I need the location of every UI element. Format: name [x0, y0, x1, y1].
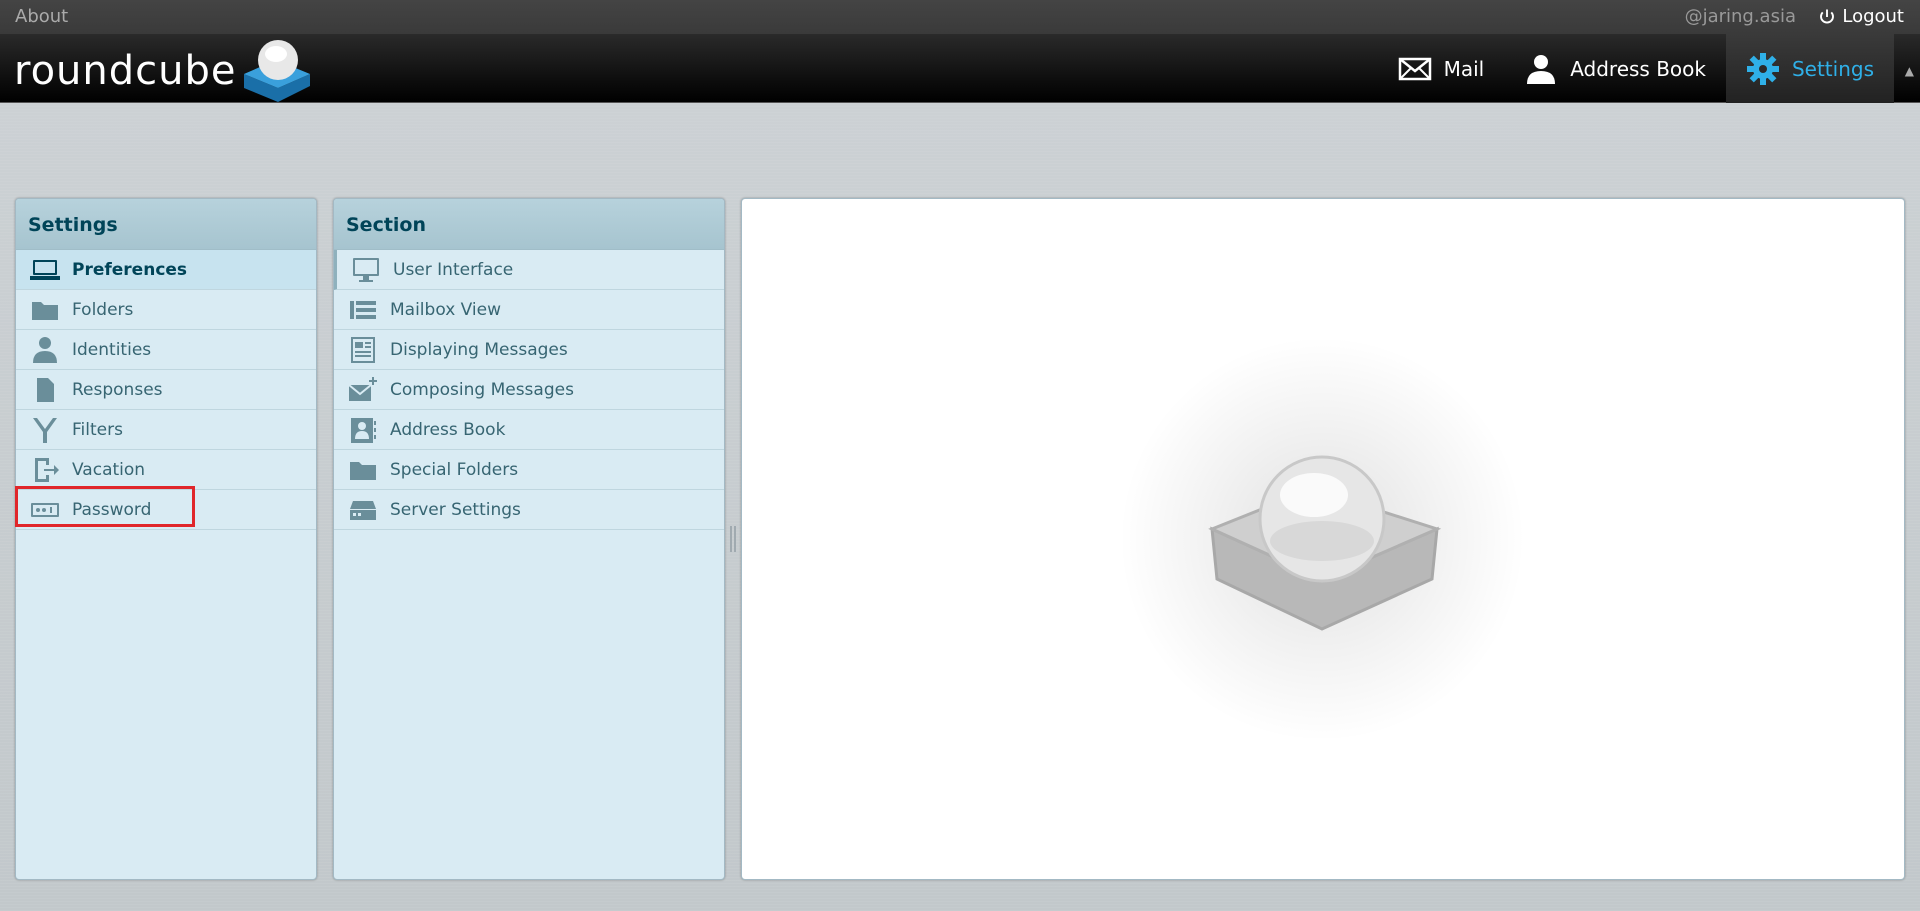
power-icon: [1820, 9, 1835, 23]
nav-address-book-label: Address Book: [1570, 56, 1706, 81]
person-icon: [28, 333, 62, 367]
settings-item-label: Preferences: [72, 259, 188, 280]
exit-icon: [28, 453, 62, 487]
nav-mail[interactable]: Mail: [1378, 34, 1505, 103]
settings-item-filters[interactable]: Filters: [16, 410, 316, 450]
section-item-address-book[interactable]: Address Book: [334, 410, 724, 450]
section-panel: Section User Interface Mailbox View Disp…: [333, 198, 725, 880]
settings-item-label: Filters: [72, 419, 123, 440]
password-icon: [28, 493, 62, 527]
roundcube-logo[interactable]: roundcube: [14, 38, 312, 104]
roundcube-watermark-icon: [1208, 455, 1442, 631]
contact-card-icon: [346, 413, 380, 447]
settings-item-vacation[interactable]: Vacation: [16, 450, 316, 490]
section-item-user-interface[interactable]: User Interface: [334, 250, 724, 290]
settings-item-preferences[interactable]: Preferences: [16, 250, 316, 290]
settings-item-label: Password: [72, 499, 152, 520]
nav-mail-label: Mail: [1443, 56, 1485, 81]
envelope-icon: [1398, 57, 1431, 80]
section-list: User Interface Mailbox View Displaying M…: [334, 250, 724, 530]
watermark: [1112, 339, 1532, 739]
section-item-label: User Interface: [393, 259, 514, 280]
monitor-icon: [28, 253, 62, 287]
logout-button[interactable]: Logout: [1818, 6, 1904, 27]
cube-logo-icon: [244, 40, 311, 102]
settings-item-password[interactable]: Password: [16, 490, 316, 530]
section-item-label: Address Book: [390, 419, 506, 440]
settings-item-label: Identities: [72, 339, 152, 360]
list-icon: [346, 293, 380, 327]
nav-settings-label: Settings: [1791, 56, 1874, 81]
monitor-icon: [349, 253, 383, 287]
nav-address-book[interactable]: Address Book: [1504, 34, 1726, 103]
collapse-header-icon[interactable]: ▲: [1905, 64, 1914, 78]
folder-icon: [346, 453, 380, 487]
document-icon: [28, 373, 62, 407]
section-item-special-folders[interactable]: Special Folders: [334, 450, 724, 490]
section-item-label: Displaying Messages: [390, 339, 568, 360]
section-item-displaying-messages[interactable]: Displaying Messages: [334, 330, 724, 370]
server-icon: [346, 493, 380, 527]
settings-item-responses[interactable]: Responses: [16, 370, 316, 410]
settings-panel-title: Settings: [16, 199, 316, 250]
folder-icon: [28, 293, 62, 327]
filter-icon: [28, 413, 62, 447]
section-item-label: Composing Messages: [390, 379, 574, 400]
settings-item-identities[interactable]: Identities: [16, 330, 316, 370]
compose-icon: [346, 373, 380, 407]
settings-list: Preferences Folders Identities Responses…: [16, 250, 316, 530]
header: roundcube Mail Address Book Settings ▲: [0, 34, 1920, 103]
user-email: @jaring.asia: [1684, 6, 1796, 27]
message-icon: [346, 333, 380, 367]
section-item-label: Mailbox View: [390, 299, 502, 320]
main-nav: Mail Address Book Settings: [1378, 34, 1894, 103]
section-item-server-settings[interactable]: Server Settings: [334, 490, 724, 530]
settings-item-label: Vacation: [72, 459, 146, 480]
section-panel-title: Section: [334, 199, 724, 250]
about-link[interactable]: About: [15, 6, 68, 27]
section-item-composing-messages[interactable]: Composing Messages: [334, 370, 724, 410]
logo-text: roundcube: [14, 48, 237, 94]
settings-panel: Settings Preferences Folders Identities …: [15, 198, 317, 880]
section-item-label: Server Settings: [390, 499, 521, 520]
nav-settings[interactable]: Settings: [1725, 34, 1894, 103]
settings-item-label: Folders: [72, 299, 134, 320]
person-icon: [1527, 54, 1556, 84]
content-panel: [741, 198, 1905, 880]
settings-item-folders[interactable]: Folders: [16, 290, 316, 330]
top-bar: About @jaring.asia Logout: [0, 0, 1920, 34]
panel-splitter[interactable]: [730, 526, 736, 552]
gear-icon: [1746, 52, 1779, 85]
section-item-mailbox-view[interactable]: Mailbox View: [334, 290, 724, 330]
settings-item-label: Responses: [72, 379, 163, 400]
logout-label: Logout: [1842, 6, 1904, 27]
section-item-label: Special Folders: [390, 459, 519, 480]
